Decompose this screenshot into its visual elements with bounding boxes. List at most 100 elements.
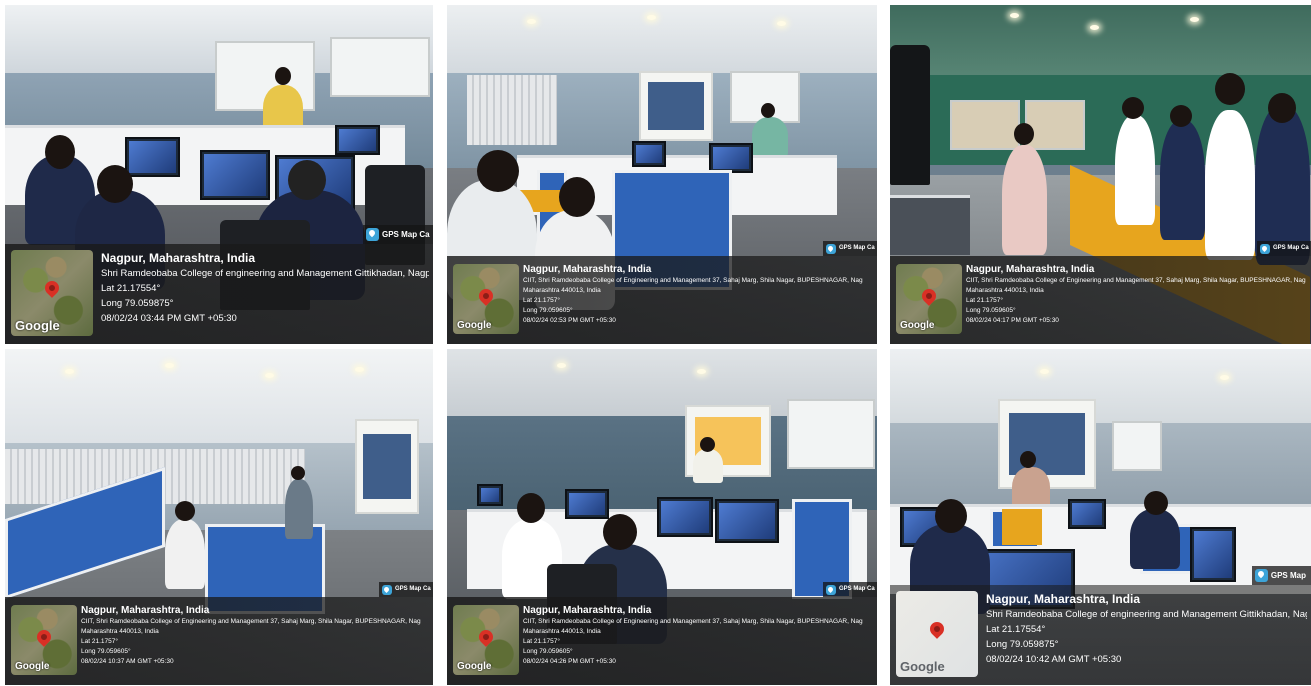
location-datetime: 08/02/24 10:37 AM GMT +05:30 [81,658,174,665]
location-info: Nagpur, Maharashtra, India CIIT, Shri Ra… [81,605,429,667]
location-lat: Lat 21.1757° [966,297,1003,304]
location-info: Nagpur, Maharashtra, India CIIT, Shri Ra… [523,264,873,326]
ceiling-light [265,373,274,378]
location-lat: Lat 21.1757° [523,638,560,645]
location-city: Nagpur, Maharashtra, India [81,605,210,616]
gps-overlay: Google Nagpur, Maharashtra, India CIIT, … [447,256,877,344]
gps-map-camera-badge: GPS Map Ca [823,241,877,256]
student [1130,509,1180,569]
location-long: Long 79.059605° [81,648,131,655]
ceiling [447,5,877,73]
gps-overlay: Google Nagpur, Maharashtra, India Shri R… [5,244,433,344]
student [165,519,205,589]
badge-label: GPS Map Ca [395,586,431,592]
whiteboard [1112,421,1162,471]
student-head [45,135,75,169]
location-address-2: Maharashtra 440013, India [81,628,159,635]
monitor [632,141,666,167]
monitor [657,497,713,537]
google-logo: Google [15,318,60,333]
location-address: CIIT, Shri Ramdeobaba College of Enginee… [523,277,863,284]
badge-label: GPS Map Ca [382,230,430,239]
location-datetime: 08/02/24 04:17 PM GMT +05:30 [966,317,1059,324]
location-long: Long 79.059875° [986,639,1059,650]
badge-label: GPS Map [1270,571,1306,580]
gps-map-camera-badge: GPS Map Ca [363,225,433,244]
gps-camera-icon [366,228,379,241]
ceiling-light [65,369,74,374]
map-thumbnail: Google [11,250,93,336]
location-datetime: 08/02/24 02:53 PM GMT +05:30 [523,317,616,324]
map-thumbnail: Google [896,264,962,334]
projector-screen [639,71,713,141]
location-long: Long 79.059605° [966,307,1016,314]
location-city: Nagpur, Maharashtra, India [966,264,1095,275]
ceiling-light [1190,17,1199,22]
projector-screen [355,419,419,514]
monitor [125,137,180,177]
ceiling-light [1040,369,1049,374]
ceiling-light [1010,13,1019,18]
map-pin-icon [927,619,947,639]
map-pin-icon [476,627,496,648]
location-long: Long 79.059605° [523,307,573,314]
gps-map-camera-badge: GPS Map [1251,566,1311,585]
gps-map-camera-badge: GPS Map Ca [823,582,877,597]
location-long: Long 79.059875° [101,298,174,309]
location-long: Long 79.059605° [523,648,573,655]
location-address: CIIT, Shri Ramdeobaba College of Enginee… [81,618,421,625]
photo-computer-lab-3: Google Nagpur, Maharashtra, India Shri R… [890,349,1311,685]
photo-computer-lab-1: Google Nagpur, Maharashtra, India Shri R… [5,5,433,344]
location-city: Nagpur, Maharashtra, India [523,264,652,275]
student-head [175,501,195,521]
student-head [1144,491,1168,515]
workbench [890,195,970,255]
student [1160,120,1205,240]
ceiling-light [1220,375,1229,380]
location-address: CIIT, Shri Ramdeobaba College of Enginee… [966,277,1306,284]
ceiling-light [527,19,536,24]
gps-overlay: Google Nagpur, Maharashtra, India Shri R… [890,585,1311,685]
map-thumbnail: Google [11,605,77,675]
gps-camera-icon [1254,569,1268,582]
ceiling-light [355,367,364,372]
photo-lab-overview: Google Nagpur, Maharashtra, India CIIT, … [5,349,433,685]
location-lat: Lat 21.17554° [986,624,1046,635]
instructor-head [1020,451,1036,468]
location-info: Nagpur, Maharashtra, India Shri Ramdeoba… [101,250,429,326]
window-panel [950,100,1020,150]
location-info: Nagpur, Maharashtra, India Shri Ramdeoba… [986,591,1307,667]
gps-map-camera-badge: GPS Map Ca [1257,241,1311,256]
monitor [709,143,753,173]
map-pin-icon [42,278,62,298]
student-head [559,177,595,217]
student-head [935,499,967,533]
map-thumbnail: Google [453,605,519,675]
location-city: Nagpur, Maharashtra, India [986,592,1141,606]
location-address-2: Maharashtra 440013, India [966,287,1044,294]
badge-label: GPS Map Ca [839,245,875,251]
location-city: Nagpur, Maharashtra, India [523,605,652,616]
badge-label: GPS Map Ca [839,586,875,592]
location-info: Nagpur, Maharashtra, India CIIT, Shri Ra… [966,264,1307,326]
instructor-head [761,103,775,118]
google-logo: Google [900,320,935,331]
instructor [693,449,723,483]
gps-camera-icon [1260,243,1270,254]
monitor [1068,499,1106,529]
photo-machinery-studio: Google Nagpur, Maharashtra, India CIIT, … [447,349,877,685]
location-info: Nagpur, Maharashtra, India CIIT, Shri Ra… [523,605,873,667]
student-head [1215,73,1245,105]
whiteboard [787,399,875,469]
student-head [1170,105,1192,127]
location-city: Nagpur, Maharashtra, India [101,251,256,265]
location-address: CIIT, Shri Ramdeobaba College of Enginee… [523,618,863,625]
gps-map-camera-badge: GPS Map Ca [379,582,433,597]
location-address: Shri Ramdeobaba College of engineering a… [101,268,429,279]
gps-overlay: Google Nagpur, Maharashtra, India CIIT, … [890,256,1311,344]
badge-label: GPS Map Ca [1273,245,1309,251]
gps-camera-icon [826,584,836,595]
window-panel [1025,100,1085,150]
instructor [1002,145,1047,255]
map-pin-icon [476,286,496,307]
